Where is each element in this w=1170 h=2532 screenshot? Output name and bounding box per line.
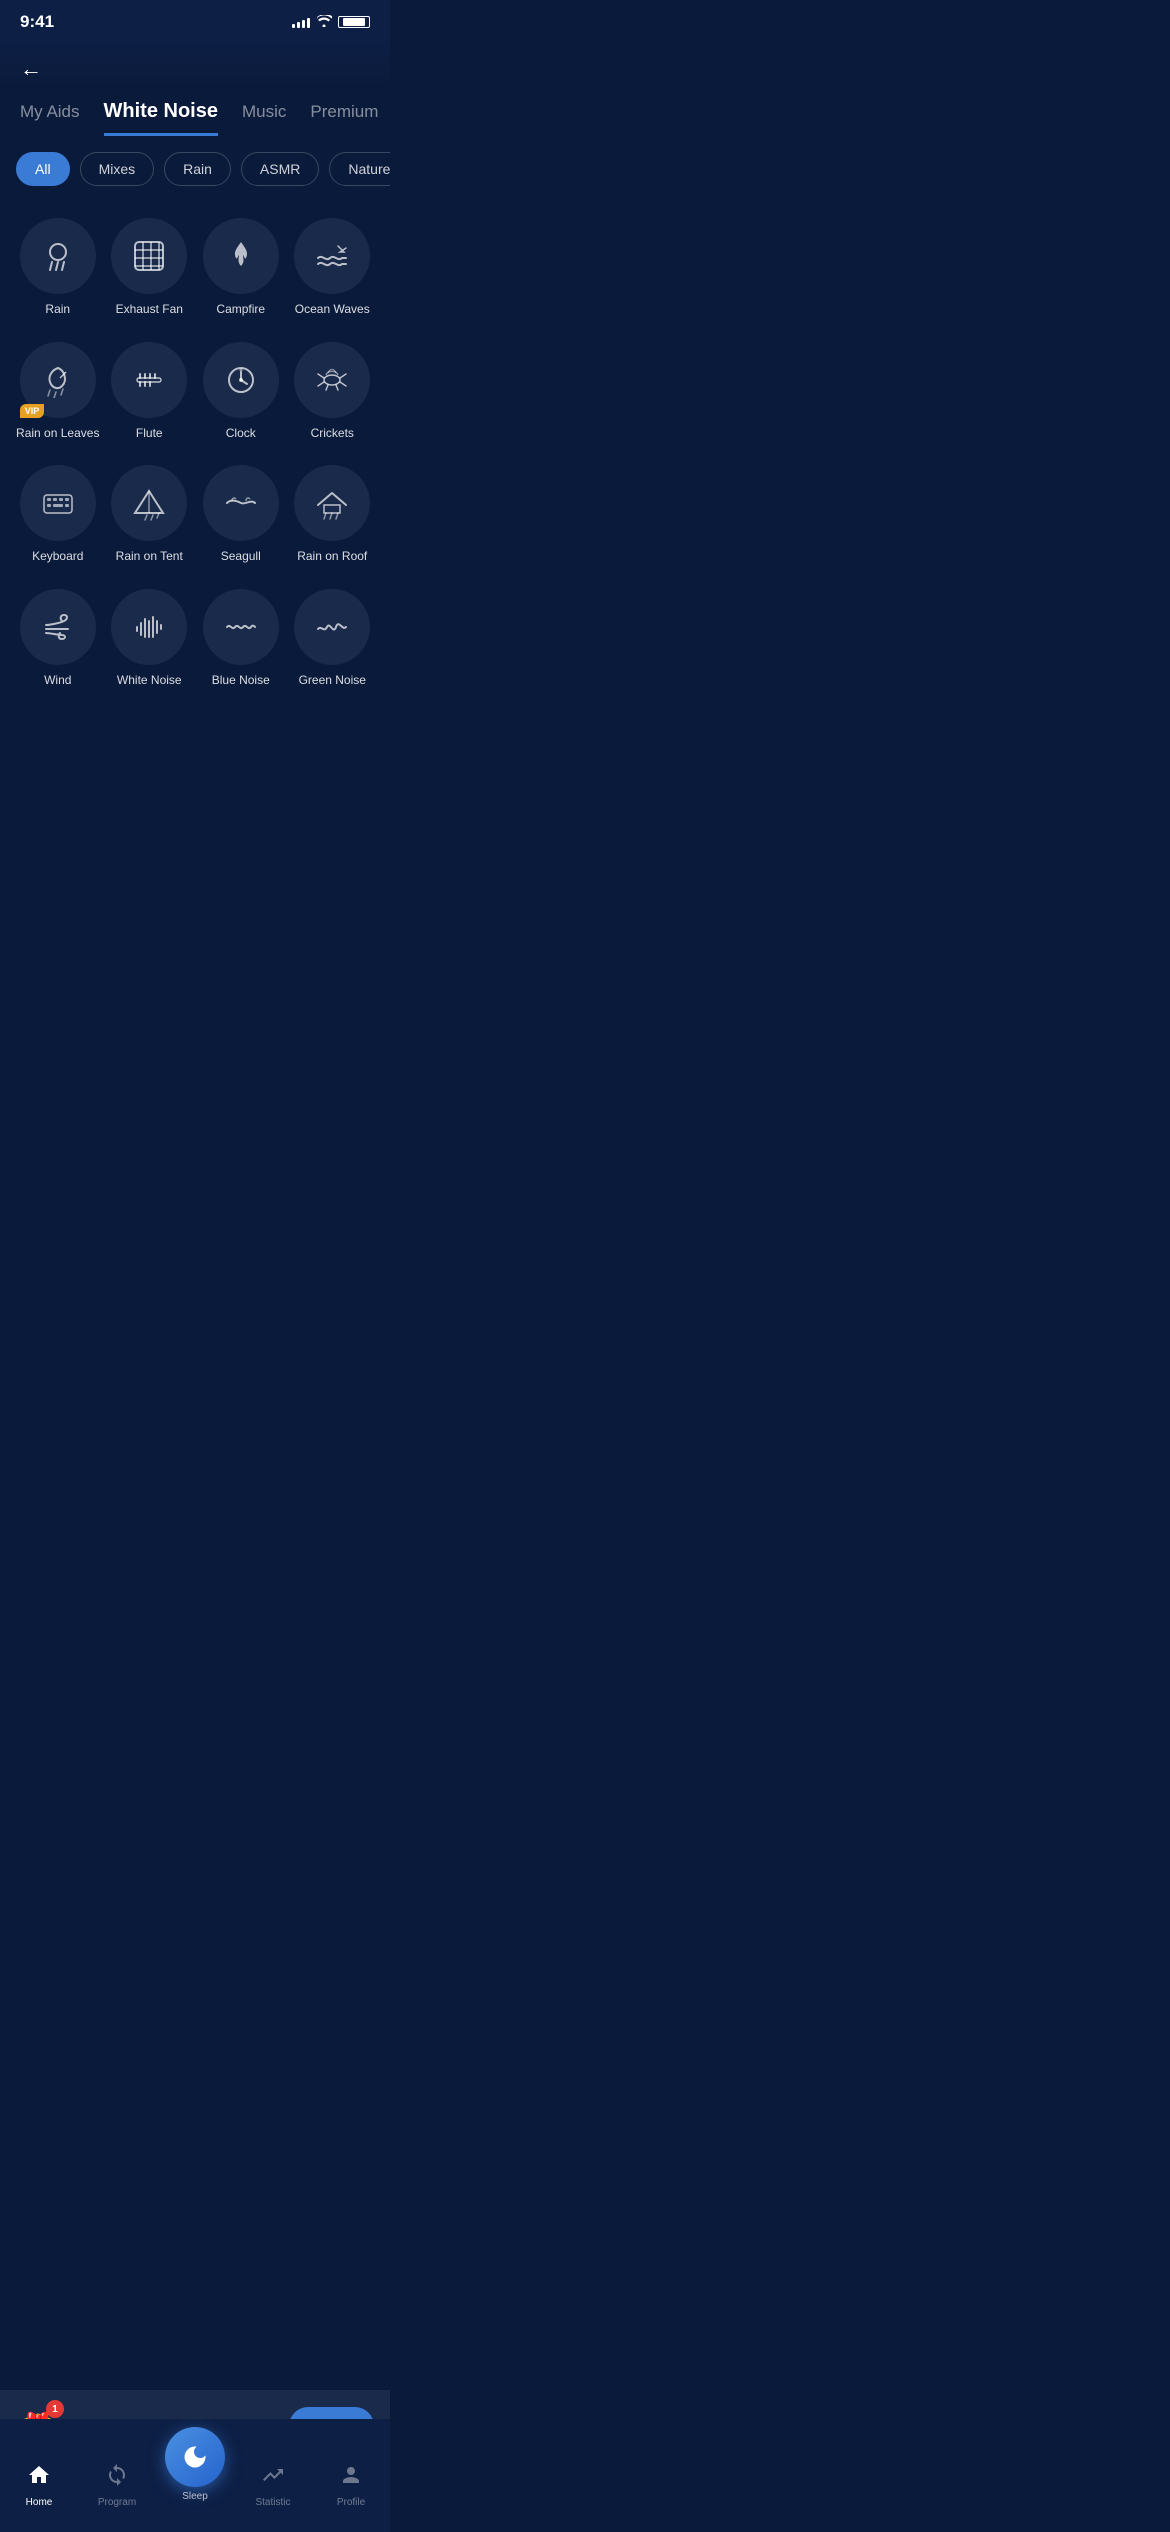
- sound-flute-label: Flute: [136, 426, 163, 442]
- sound-wind[interactable]: Wind: [12, 577, 104, 701]
- sound-clock[interactable]: Clock: [195, 330, 287, 454]
- sound-rain[interactable]: Rain: [12, 206, 104, 330]
- sound-crickets-icon: [294, 342, 370, 418]
- sound-exhaust-fan-label: Exhaust Fan: [116, 302, 183, 318]
- sound-clock-label: Clock: [226, 426, 256, 442]
- sound-white-noise[interactable]: White Noise: [104, 577, 196, 701]
- sound-keyboard-icon: [20, 465, 96, 541]
- sound-blue-noise[interactable]: Blue Noise: [195, 577, 287, 701]
- tab-music[interactable]: Music: [242, 102, 286, 134]
- sound-rain-on-leaves[interactable]: VIP Rain on Leaves: [12, 330, 104, 454]
- sound-rain-on-tent-label: Rain on Tent: [116, 549, 183, 565]
- content-area: Rain Exhaust Fan: [0, 198, 390, 908]
- sound-grid: Rain Exhaust Fan: [0, 198, 390, 708]
- sound-blue-noise-label: Blue Noise: [212, 673, 270, 689]
- sound-wind-label: Wind: [44, 673, 71, 689]
- filter-all[interactable]: All: [16, 152, 70, 186]
- sound-exhaust-fan-icon: [111, 218, 187, 294]
- sound-exhaust-fan[interactable]: Exhaust Fan: [104, 206, 196, 330]
- sound-keyboard[interactable]: Keyboard: [12, 453, 104, 577]
- program-icon: [105, 2463, 129, 2493]
- profile-icon: [339, 2463, 363, 2493]
- sound-rain-on-leaves-icon: VIP: [20, 342, 96, 418]
- sound-ocean-waves[interactable]: Ocean Waves: [287, 206, 379, 330]
- status-bar: 9:41: [0, 0, 390, 40]
- home-icon: [27, 2463, 51, 2493]
- statistic-icon: [261, 2463, 285, 2493]
- sound-seagull[interactable]: Seagull: [195, 453, 287, 577]
- program-label: Program: [98, 2497, 136, 2508]
- tab-white-noise[interactable]: White Noise: [104, 100, 218, 136]
- vip-badge: VIP: [20, 404, 45, 418]
- sound-clock-icon: [203, 342, 279, 418]
- status-icons: [292, 15, 370, 30]
- nav-program[interactable]: Program: [87, 2463, 147, 2508]
- statistic-label: Statistic: [255, 2497, 290, 2508]
- sound-rain-on-roof-label: Rain on Roof: [297, 549, 367, 565]
- sound-flute-icon: [111, 342, 187, 418]
- sound-rain-on-tent-icon: [111, 465, 187, 541]
- sound-rain-icon: [20, 218, 96, 294]
- sound-rain-on-leaves-label: Rain on Leaves: [16, 426, 99, 442]
- sound-green-noise-label: Green Noise: [299, 673, 366, 689]
- wifi-icon: [316, 15, 332, 30]
- filter-chips: All Mixes Rain ASMR Nature Anime: [0, 136, 390, 198]
- nav-tabs: My Aids White Noise Music Premium: [0, 90, 390, 136]
- sound-ocean-waves-icon: [294, 218, 370, 294]
- sound-campfire[interactable]: Campfire: [195, 206, 287, 330]
- sound-campfire-icon: [203, 218, 279, 294]
- sound-ocean-waves-label: Ocean Waves: [295, 302, 370, 318]
- status-time: 9:41: [20, 12, 54, 32]
- sound-keyboard-label: Keyboard: [32, 549, 83, 565]
- bottom-nav: Home Program Sleep Statistic: [0, 2419, 390, 2532]
- filter-rain[interactable]: Rain: [164, 152, 231, 186]
- sound-crickets[interactable]: Crickets: [287, 330, 379, 454]
- sleep-button[interactable]: [165, 2427, 225, 2487]
- offer-badge: 1: [46, 2400, 64, 2418]
- sound-seagull-icon: [203, 465, 279, 541]
- sound-white-noise-label: White Noise: [117, 673, 182, 689]
- sound-seagull-label: Seagull: [221, 549, 261, 565]
- tab-my-aids[interactable]: My Aids: [20, 102, 80, 134]
- back-button[interactable]: ←: [20, 48, 42, 90]
- home-label: Home: [26, 2497, 53, 2508]
- filter-asmr[interactable]: ASMR: [241, 152, 319, 186]
- sound-rain-label: Rain: [45, 302, 70, 318]
- signal-icon: [292, 16, 310, 28]
- nav-home[interactable]: Home: [9, 2463, 69, 2508]
- filter-mixes[interactable]: Mixes: [80, 152, 155, 186]
- sound-green-noise[interactable]: Green Noise: [287, 577, 379, 701]
- profile-label: Profile: [337, 2497, 365, 2508]
- nav-sleep[interactable]: Sleep: [165, 2427, 225, 2502]
- nav-profile[interactable]: Profile: [321, 2463, 381, 2508]
- sound-wind-icon: [20, 589, 96, 665]
- sleep-label: Sleep: [182, 2491, 208, 2502]
- sound-rain-on-tent[interactable]: Rain on Tent: [104, 453, 196, 577]
- sound-flute[interactable]: Flute: [104, 330, 196, 454]
- nav-statistic[interactable]: Statistic: [243, 2463, 303, 2508]
- filter-nature[interactable]: Nature: [329, 152, 390, 186]
- battery-icon: [338, 16, 370, 28]
- sound-rain-on-roof-icon: [294, 465, 370, 541]
- sound-blue-noise-icon: [203, 589, 279, 665]
- header: ←: [0, 40, 390, 90]
- sound-campfire-label: Campfire: [216, 302, 265, 318]
- sound-crickets-label: Crickets: [311, 426, 354, 442]
- sound-rain-on-roof[interactable]: Rain on Roof: [287, 453, 379, 577]
- tab-premium[interactable]: Premium: [310, 102, 378, 134]
- sound-green-noise-icon: [294, 589, 370, 665]
- sound-white-noise-icon: [111, 589, 187, 665]
